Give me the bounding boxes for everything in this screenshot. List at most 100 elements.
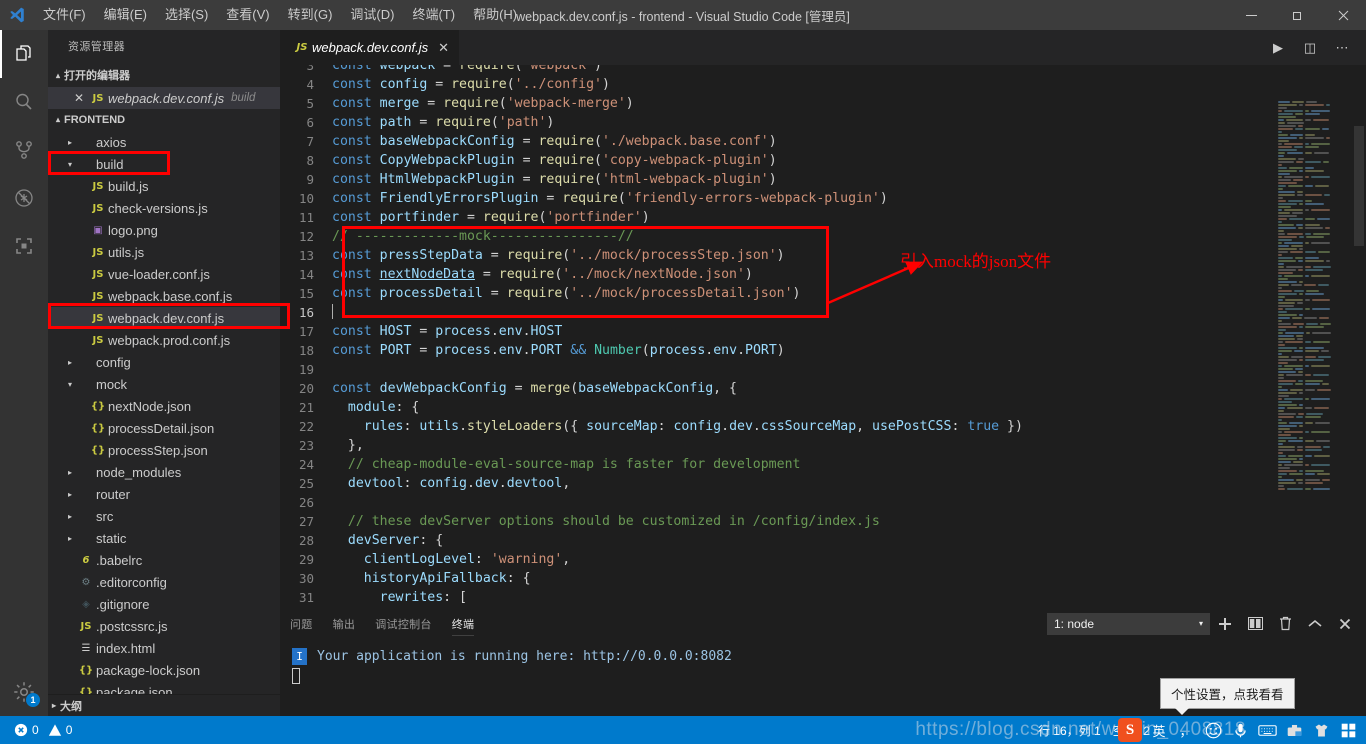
menu-item-terminal[interactable]: 终端(T) bbox=[403, 0, 464, 30]
tree-item-build-js[interactable]: JS build.js bbox=[48, 175, 280, 197]
code-line[interactable]: 20 const devWebpackConfig = merge(baseWeb… bbox=[280, 379, 1366, 398]
code-line[interactable]: 28 devServer: { bbox=[280, 531, 1366, 550]
ime-skin-icon[interactable] bbox=[1311, 720, 1331, 740]
tree-item--editorconfig[interactable]: ⚙ .editorconfig bbox=[48, 571, 280, 593]
ime-emoji-icon[interactable] bbox=[1203, 720, 1223, 740]
tree-item-node-modules[interactable]: ▸ node_modules bbox=[48, 461, 280, 483]
code-line[interactable]: 7 const baseWebpackConfig = require('./we… bbox=[280, 132, 1366, 151]
code-line[interactable]: 6 const path = require('path') bbox=[280, 113, 1366, 132]
code-line[interactable]: 22 rules: utils.styleLoaders({ sourceMap… bbox=[280, 417, 1366, 436]
maximize-button[interactable] bbox=[1274, 0, 1320, 30]
code-line[interactable]: 14 const nextNodeData = require('../mock/… bbox=[280, 265, 1366, 284]
tree-item-static[interactable]: ▸ static bbox=[48, 527, 280, 549]
tree-item-webpack-base-conf-js[interactable]: JS webpack.base.conf.js bbox=[48, 285, 280, 307]
code-line[interactable]: 25 devtool: config.dev.devtool, bbox=[280, 474, 1366, 493]
tab-webpack-dev-conf[interactable]: JS webpack.dev.conf.js ✕ bbox=[280, 30, 461, 65]
tree-item--postcssrc-js[interactable]: JS .postcssrc.js bbox=[48, 615, 280, 637]
tree-item--babelrc[interactable]: 6 .babelrc bbox=[48, 549, 280, 571]
tab-output[interactable]: 输出 bbox=[323, 606, 366, 641]
tree-item-build[interactable]: ▾ build bbox=[48, 153, 280, 175]
code-line[interactable]: 9 const HtmlWebpackPlugin = require('html… bbox=[280, 170, 1366, 189]
open-editor-item[interactable]: ✕ JS webpack.dev.conf.js build bbox=[48, 87, 280, 109]
chevron-down-icon[interactable]: ▾ bbox=[64, 380, 76, 389]
code-line[interactable]: 27 // these devServer options should be … bbox=[280, 512, 1366, 531]
open-editors-header[interactable]: ▴ 打开的编辑器 bbox=[48, 65, 280, 87]
close-icon[interactable]: ✕ bbox=[70, 91, 88, 105]
menu-item-selection[interactable]: 选择(S) bbox=[156, 0, 217, 30]
ime-apps-icon[interactable] bbox=[1338, 720, 1358, 740]
code-line[interactable]: 15 const processDetail = require('../mock… bbox=[280, 284, 1366, 303]
tree-item-package-lock-json[interactable]: {} package-lock.json bbox=[48, 659, 280, 681]
menu-item-go[interactable]: 转到(G) bbox=[279, 0, 342, 30]
activitybar-debug[interactable] bbox=[0, 174, 48, 222]
activitybar-extensions[interactable] bbox=[0, 222, 48, 270]
tab-terminal[interactable]: 终端 bbox=[442, 606, 485, 641]
chevron-down-icon[interactable]: ▾ bbox=[64, 160, 76, 169]
menu-item-edit[interactable]: 编辑(E) bbox=[95, 0, 156, 30]
new-terminal-button[interactable] bbox=[1210, 606, 1240, 641]
split-editor-button[interactable]: ◫ bbox=[1294, 30, 1326, 65]
ime-toolbox-icon[interactable] bbox=[1284, 720, 1304, 740]
tab-debug-console[interactable]: 调试控制台 bbox=[365, 606, 442, 641]
code-line[interactable]: 12 // -------------mock----------------// bbox=[280, 227, 1366, 246]
run-button[interactable]: ▶ bbox=[1262, 30, 1294, 65]
close-panel-button[interactable] bbox=[1330, 606, 1360, 641]
chevron-right-icon[interactable]: ▸ bbox=[64, 138, 76, 147]
code-line[interactable]: 16 bbox=[280, 303, 1366, 322]
menu-item-help[interactable]: 帮助(H) bbox=[464, 0, 526, 30]
close-button[interactable] bbox=[1320, 0, 1366, 30]
activitybar-explorer[interactable] bbox=[0, 30, 48, 78]
ime-keyboard-icon[interactable] bbox=[1257, 720, 1277, 740]
editor-scrollbar[interactable] bbox=[1352, 100, 1366, 606]
tree-item--gitignore[interactable]: ◈ .gitignore bbox=[48, 593, 280, 615]
tree-item-index-html[interactable]: ☰ index.html bbox=[48, 637, 280, 659]
tree-item-check-versions-js[interactable]: JS check-versions.js bbox=[48, 197, 280, 219]
ime-comma-icon[interactable]: ， bbox=[1176, 720, 1196, 740]
sogou-logo-icon[interactable]: S bbox=[1118, 718, 1142, 742]
activitybar-search[interactable] bbox=[0, 78, 48, 126]
status-cursor-position[interactable]: 行 16，列 1 bbox=[1032, 716, 1107, 744]
tab-close-icon[interactable]: ✕ bbox=[438, 40, 449, 56]
activitybar-source-control[interactable] bbox=[0, 126, 48, 174]
code-line[interactable]: 23 }, bbox=[280, 436, 1366, 455]
maximize-panel-button[interactable] bbox=[1300, 606, 1330, 641]
tree-item-config[interactable]: ▸ config bbox=[48, 351, 280, 373]
status-problems[interactable]: 0 0 bbox=[8, 716, 78, 744]
tab-problems[interactable]: 问题 bbox=[280, 606, 323, 641]
minimize-button[interactable] bbox=[1228, 0, 1274, 30]
code-editor[interactable]: 3 const webpack = require('webpack') 4 cons… bbox=[280, 65, 1366, 606]
code-line[interactable]: 5 const merge = require('webpack-merge') bbox=[280, 94, 1366, 113]
minimap[interactable] bbox=[1274, 100, 1352, 606]
chevron-right-icon[interactable]: ▸ bbox=[64, 534, 76, 543]
project-root-header[interactable]: ▴ FRONTEND bbox=[48, 109, 280, 131]
code-line[interactable]: 31 rewrites: [ bbox=[280, 588, 1366, 606]
code-line[interactable]: 11 const portfinder = require('portfinder… bbox=[280, 208, 1366, 227]
code-line[interactable]: 3 const webpack = require('webpack') bbox=[280, 65, 1366, 75]
outline-section[interactable]: ▸ 大纲 bbox=[48, 694, 280, 716]
chevron-right-icon[interactable]: ▸ bbox=[64, 358, 76, 367]
split-terminal-button[interactable] bbox=[1240, 606, 1270, 641]
ime-voice-icon[interactable] bbox=[1230, 720, 1250, 740]
window-controls[interactable] bbox=[1228, 0, 1366, 30]
tree-item-mock[interactable]: ▾ mock bbox=[48, 373, 280, 395]
tree-item-nextnode-json[interactable]: {} nextNode.json bbox=[48, 395, 280, 417]
tree-item-webpack-prod-conf-js[interactable]: JS webpack.prod.conf.js bbox=[48, 329, 280, 351]
tree-item-utils-js[interactable]: JS utils.js bbox=[48, 241, 280, 263]
code-line[interactable]: 29 clientLogLevel: 'warning', bbox=[280, 550, 1366, 569]
code-line[interactable]: 4 const config = require('../config') bbox=[280, 75, 1366, 94]
code-line[interactable]: 17 const HOST = process.env.HOST bbox=[280, 322, 1366, 341]
tree-item-processdetail-json[interactable]: {} processDetail.json bbox=[48, 417, 280, 439]
tree-item-router[interactable]: ▸ router bbox=[48, 483, 280, 505]
code-line[interactable]: 19 bbox=[280, 360, 1366, 379]
code-line[interactable]: 8 const CopyWebpackPlugin = require('copy… bbox=[280, 151, 1366, 170]
activitybar-settings[interactable]: 1 bbox=[0, 668, 48, 716]
tree-item-webpack-dev-conf-js[interactable]: JS webpack.dev.conf.js bbox=[48, 307, 280, 329]
code-line[interactable]: 26 bbox=[280, 493, 1366, 512]
tree-item-logo-png[interactable]: ▣ logo.png bbox=[48, 219, 280, 241]
menu-item-view[interactable]: 查看(V) bbox=[217, 0, 278, 30]
code-line[interactable]: 24 // cheap-module-eval-source-map is fa… bbox=[280, 455, 1366, 474]
chevron-right-icon[interactable]: ▸ bbox=[64, 468, 76, 477]
menu-bar[interactable]: 文件(F) 编辑(E) 选择(S) 查看(V) 转到(G) 调试(D) 终端(T… bbox=[34, 0, 526, 30]
more-actions-button[interactable]: ⋯ bbox=[1326, 30, 1358, 65]
tree-item-src[interactable]: ▸ src bbox=[48, 505, 280, 527]
